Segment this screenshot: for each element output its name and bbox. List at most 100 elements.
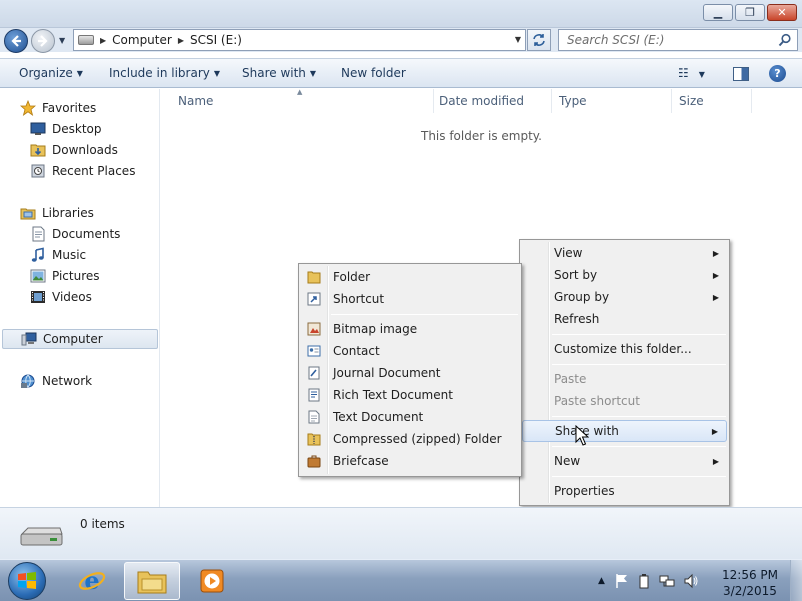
search-icon[interactable] [778,33,792,47]
column-header-type[interactable]: Type [552,89,672,113]
change-view-button[interactable]: ☷ ▼ [678,66,705,80]
menu-item-label: Rich Text Document [333,388,453,402]
menu-item-view[interactable]: View ▶ [522,242,727,264]
contact-icon [306,343,322,359]
sidebar-item-label: Network [42,374,93,388]
menu-item-new-shortcut[interactable]: Shortcut [301,288,519,310]
menu-item-new-folder[interactable]: Folder [301,266,519,288]
sidebar-item-network[interactable]: Network [20,371,92,391]
help-icon: ? [774,67,781,80]
sidebar-item-favorites[interactable]: Favorites [20,98,96,118]
menu-item-share-with[interactable]: Share with ▶ [522,420,727,442]
new-folder-button[interactable]: New folder [341,66,406,80]
close-button[interactable]: ✕ [767,4,797,21]
command-bar: Organize ▼ Include in library ▼ Share with… [0,58,802,88]
briefcase-icon [306,453,322,469]
computer-icon [21,331,37,347]
column-header-date-modified[interactable]: Date modified [434,89,552,113]
search-input[interactable] [559,33,769,47]
clock[interactable]: 12:56 PM 3/2/2015 [718,567,782,599]
bitmap-image-icon [306,321,322,337]
menu-item-sort-by[interactable]: Sort by ▶ [522,264,727,286]
breadcrumb-drive[interactable]: SCSI (E:) [190,33,242,47]
sidebar-item-label: Pictures [52,269,100,283]
include-in-library-button[interactable]: Include in library ▼ [109,66,220,80]
start-button[interactable] [8,562,46,600]
address-dropdown-icon[interactable]: ▼ [515,35,521,44]
menu-item-new-compressed-folder[interactable]: Compressed (zipped) Folder [301,428,519,450]
menu-item-group-by[interactable]: Group by ▶ [522,286,727,308]
menu-item-label: Briefcase [333,454,389,468]
organize-button[interactable]: Organize ▼ [19,66,83,80]
breadcrumb-computer[interactable]: Computer [112,33,172,47]
submenu-arrow-icon: ▶ [711,426,718,436]
sidebar-item-music[interactable]: Music [30,245,86,265]
chevron-down-icon: ▼ [76,69,83,78]
taskbar-media-player[interactable] [184,562,240,600]
arrow-right-icon [38,35,48,47]
sidebar-item-desktop[interactable]: Desktop [30,119,102,139]
refresh-button[interactable] [527,29,551,51]
details-pane: 0 items [0,507,802,559]
sidebar-item-computer[interactable]: Computer [2,329,158,349]
help-button[interactable]: ? [769,65,786,82]
menu-item-new-briefcase[interactable]: Briefcase [301,450,519,472]
show-desktop-button[interactable] [790,560,802,601]
address-bar[interactable]: ▶ Computer ▶ SCSI (E:) ▼ [73,29,526,51]
menu-item-new-bitmap[interactable]: Bitmap image [301,318,519,340]
sidebar-item-pictures[interactable]: Pictures [30,266,100,286]
menu-item-label: Bitmap image [333,322,418,336]
menu-item-new-text-document[interactable]: Text Document [301,406,519,428]
menu-item-paste[interactable]: Paste [522,368,727,390]
breadcrumb-separator-icon[interactable]: ▶ [178,36,184,45]
sidebar-item-libraries[interactable]: Libraries [20,203,94,223]
include-in-library-label: Include in library [109,66,210,80]
sidebar-item-label: Favorites [42,101,97,115]
breadcrumb-separator-icon[interactable]: ▶ [100,36,106,45]
menu-item-customize-folder[interactable]: Customize this folder... [522,338,727,360]
taskbar-internet-explorer[interactable]: e [64,562,120,600]
maximize-button[interactable]: ❐ [735,4,765,21]
menu-item-new[interactable]: New ▶ [522,450,727,472]
navigation-pane: Favorites Desktop Downloads Recent Place… [0,89,160,507]
rich-text-document-icon [306,387,322,403]
search-box[interactable] [558,29,798,51]
menu-separator [331,314,518,315]
back-button[interactable] [4,29,28,53]
column-header-size[interactable]: Size [672,89,752,113]
menu-item-new-contact[interactable]: Contact [301,340,519,362]
sidebar-item-label: Videos [52,290,92,304]
minimize-button[interactable]: ▁ [703,4,733,21]
menu-item-label: Folder [333,270,371,284]
menu-item-refresh[interactable]: Refresh [522,308,727,330]
internet-explorer-icon: e [78,566,106,595]
sidebar-item-downloads[interactable]: Downloads [30,140,118,160]
menu-item-new-rich-text-document[interactable]: Rich Text Document [301,384,519,406]
libraries-icon [20,205,36,221]
forward-button[interactable] [31,29,55,53]
action-center-flag-icon[interactable] [615,573,629,589]
sidebar-item-label: Documents [52,227,121,241]
documents-icon [30,226,46,242]
share-with-button[interactable]: Share with ▼ [242,66,316,80]
preview-pane-button[interactable] [733,67,749,81]
chevron-down-icon: ▼ [698,70,705,79]
menu-item-new-journal-document[interactable]: Journal Document [301,362,519,384]
sidebar-item-recent-places[interactable]: Recent Places [30,161,135,181]
menu-item-properties[interactable]: Properties [522,480,727,502]
views-icon: ☷ [678,66,689,80]
show-hidden-icons-button[interactable]: ▲ [598,576,605,586]
sidebar-item-label: Downloads [52,143,118,157]
volume-icon[interactable] [683,573,699,589]
taskbar-windows-explorer[interactable] [124,562,180,600]
network-status-icon[interactable] [659,573,675,589]
recent-pages-dropdown[interactable]: ▼ [59,36,69,46]
sidebar-item-documents[interactable]: Documents [30,224,120,244]
menu-item-paste-shortcut[interactable]: Paste shortcut [522,390,727,412]
chevron-down-icon: ▼ [309,69,317,78]
column-header-name[interactable]: Name [166,89,434,113]
downloads-folder-icon [30,142,46,158]
battery-icon[interactable] [639,573,649,589]
sidebar-item-videos[interactable]: Videos [30,287,92,307]
windows-explorer-icon [137,571,167,594]
